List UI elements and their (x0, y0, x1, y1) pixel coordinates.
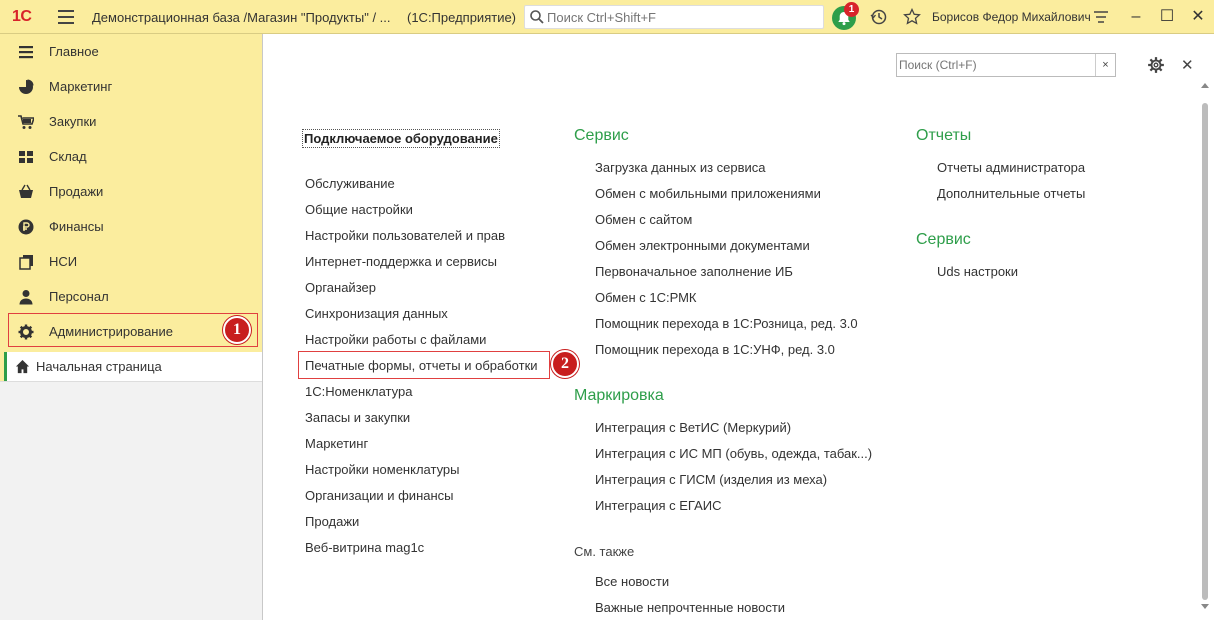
pie-chart-icon (19, 79, 34, 94)
equipment-heading-link[interactable]: Подключаемое оборудование (302, 129, 500, 148)
admin-link[interactable]: Настройки работы с файлами (305, 332, 486, 347)
home-page-label: Начальная страница (36, 359, 162, 374)
admin-link[interactable]: Интернет-поддержка и сервисы (305, 254, 497, 269)
gear-icon[interactable] (1147, 56, 1165, 74)
settings-lines-icon[interactable] (1092, 8, 1110, 26)
sidebar-item-label: Продажи (49, 184, 104, 199)
admin-link[interactable]: Маркетинг (305, 436, 368, 451)
current-user[interactable]: Борисов Федор Михайлович (932, 10, 1091, 24)
basket-icon (19, 184, 33, 198)
section-search-input[interactable] (899, 56, 1089, 74)
service-link[interactable]: Обмен с мобильными приложениями (595, 186, 821, 201)
marking-heading: Маркировка (574, 387, 664, 404)
books-icon (19, 255, 33, 270)
close-icon[interactable]: ✕ (1181, 56, 1194, 74)
history-icon[interactable] (870, 8, 888, 26)
admin-link[interactable]: Синхронизация данных (305, 306, 448, 321)
reports-link[interactable]: Отчеты администратора (937, 160, 1085, 175)
admin-link[interactable]: Общие настройки (305, 202, 413, 217)
see-also-link[interactable]: Важные непрочтенные новости (595, 600, 785, 615)
admin-link[interactable]: Органайзер (305, 280, 376, 295)
step-marker-1: 1 (223, 316, 251, 344)
sidebar-item-label: Маркетинг (49, 79, 113, 94)
maximize-button[interactable]: ☐ (1155, 6, 1179, 28)
reports-link[interactable]: Дополнительные отчеты (937, 186, 1085, 201)
service-link[interactable]: Первоначальное заполнение ИБ (595, 264, 793, 279)
highlight-frame-administration (8, 313, 258, 347)
sidebar-item-nsi[interactable]: НСИ (0, 244, 262, 279)
sidebar-item-personnel[interactable]: Персонал (0, 279, 262, 314)
cart-icon (18, 115, 34, 129)
search-icon (530, 10, 544, 24)
highlight-frame-print-forms (298, 351, 550, 379)
see-also-link[interactable]: Все новости (595, 574, 669, 589)
close-window-button[interactable]: ✕ (1186, 6, 1210, 28)
service-link[interactable]: Обмен с сайтом (595, 212, 692, 227)
open-windows-panel (0, 381, 262, 620)
sidebar-item-label: Персонал (49, 289, 109, 304)
administration-section-content: × ✕ Подключаемое оборудование Обслуживан… (262, 34, 1214, 620)
admin-link[interactable]: Организации и финансы (305, 488, 454, 503)
sections-panel: Главное Маркетинг Закупки Склад Продажи … (0, 34, 262, 620)
app-logo[interactable]: 1С (12, 8, 32, 26)
home-icon (15, 359, 30, 374)
service-heading: Сервис (574, 127, 629, 144)
admin-link[interactable]: 1С:Номенклатура (305, 384, 412, 399)
clear-search-button[interactable]: × (1095, 54, 1115, 76)
reports-heading: Отчеты (916, 127, 972, 144)
service-link[interactable]: Обмен электронными документами (595, 238, 810, 253)
global-search-input[interactable] (547, 8, 817, 26)
minimize-button[interactable]: – (1124, 6, 1148, 28)
service-link[interactable]: Помощник перехода в 1С:УНФ, ред. 3.0 (595, 342, 835, 357)
sidebar-item-main[interactable]: Главное (0, 34, 262, 69)
home-page-tab[interactable]: Начальная страница (4, 352, 262, 381)
see-also-heading: См. также (574, 544, 635, 559)
app-name: (1С:Предприятие) (407, 10, 517, 25)
global-search[interactable] (524, 5, 824, 29)
sidebar-item-label: Закупки (49, 114, 97, 129)
ruble-icon (18, 219, 34, 235)
admin-link[interactable]: Обслуживание (305, 176, 395, 191)
step-marker-2: 2 (551, 350, 579, 378)
title-bar: 1С Демонстрационная база /Магазин "Проду… (0, 0, 1214, 34)
menu-lines-icon (19, 46, 33, 59)
person-icon (19, 290, 33, 305)
service-link[interactable]: Помощник перехода в 1С:Розница, ред. 3.0 (595, 316, 858, 331)
service-heading-2: Сервис (916, 231, 971, 248)
favorites-star-icon[interactable] (903, 8, 921, 26)
sidebar-item-finance[interactable]: Финансы (0, 209, 262, 244)
sidebar-item-warehouse[interactable]: Склад (0, 139, 262, 174)
scroll-thumb[interactable] (1202, 103, 1208, 600)
main-menu-icon[interactable] (58, 10, 74, 24)
sidebar-item-label: Склад (49, 149, 87, 164)
admin-link[interactable]: Настройки номенклатуры (305, 462, 460, 477)
scroll-down-arrow[interactable] (1201, 604, 1209, 609)
sidebar-item-label: Главное (49, 44, 99, 59)
admin-link[interactable]: Настройки пользователей и прав (305, 228, 505, 243)
admin-link[interactable]: Запасы и закупки (305, 410, 410, 425)
notifications-count-badge: 1 (844, 2, 859, 17)
sidebar-item-label: Финансы (49, 219, 104, 234)
marking-link[interactable]: Интеграция с ВетИС (Меркурий) (595, 420, 791, 435)
sidebar-item-label: НСИ (49, 254, 78, 269)
service-link[interactable]: Uds настроки (937, 264, 1018, 279)
service-link[interactable]: Обмен с 1С:РМК (595, 290, 697, 305)
section-search[interactable]: × (896, 53, 1116, 77)
sidebar-item-purchases[interactable]: Закупки (0, 104, 262, 139)
sidebar-item-sales[interactable]: Продажи (0, 174, 262, 209)
warehouse-icon (19, 151, 33, 163)
marking-link[interactable]: Интеграция с ГИСМ (изделия из меха) (595, 472, 827, 487)
service-link[interactable]: Загрузка данных из сервиса (595, 160, 766, 175)
admin-link[interactable]: Продажи (305, 514, 359, 529)
scroll-up-arrow[interactable] (1201, 83, 1209, 88)
sidebar-item-marketing[interactable]: Маркетинг (0, 69, 262, 104)
marking-link[interactable]: Интеграция с ИС МП (обувь, одежда, табак… (595, 446, 872, 461)
marking-link[interactable]: Интеграция с ЕГАИС (595, 498, 721, 513)
window-title: Демонстрационная база /Магазин "Продукты… (92, 10, 391, 25)
vertical-scrollbar[interactable] (1200, 79, 1210, 614)
admin-link[interactable]: Веб-витрина mag1c (305, 540, 424, 555)
